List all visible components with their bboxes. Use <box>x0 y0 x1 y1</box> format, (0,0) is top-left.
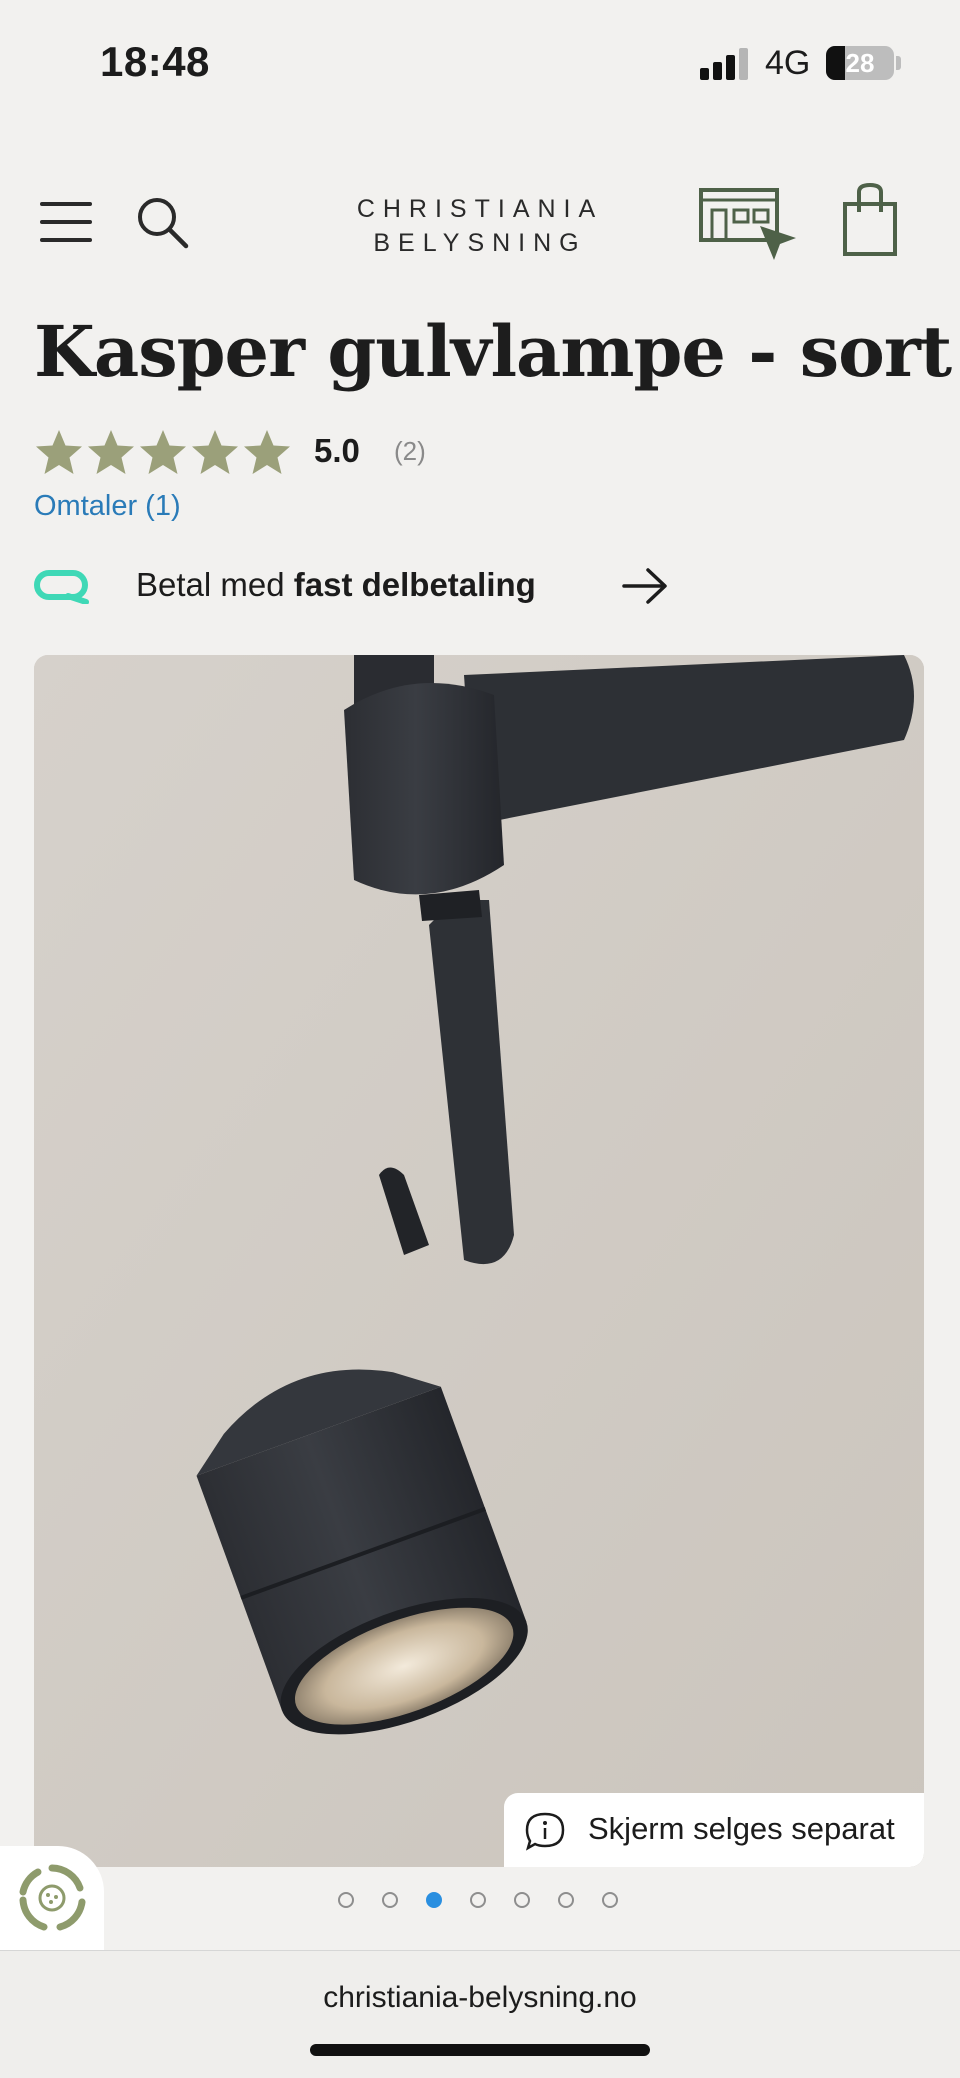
payment-prefix: Betal med <box>136 566 285 603</box>
product-image-gallery[interactable]: Skjerm selges separat <box>34 655 924 1867</box>
payment-provider-logo-icon <box>34 570 89 604</box>
recycle-icon <box>19 1864 86 1931</box>
gallery-dot[interactable] <box>514 1892 530 1908</box>
info-chip[interactable]: Skjerm selges separat <box>504 1793 924 1867</box>
battery-icon: 28 <box>826 46 894 80</box>
gallery-dot[interactable] <box>382 1892 398 1908</box>
gallery-dot[interactable] <box>338 1892 354 1908</box>
gallery-pagination <box>338 1892 618 1912</box>
rating-stars[interactable] <box>34 428 292 480</box>
star-icon <box>88 430 134 474</box>
info-chip-text: Skjerm selges separat <box>588 1811 895 1846</box>
star-icon <box>192 430 238 474</box>
gallery-dot[interactable] <box>558 1892 574 1908</box>
store-locator-button[interactable] <box>698 186 802 266</box>
reviews-link[interactable]: Omtaler (1) <box>34 490 181 523</box>
store-icon <box>699 188 796 260</box>
star-icon <box>36 430 82 474</box>
battery-tip <box>896 56 901 70</box>
payment-highlight: fast delbetaling <box>293 566 536 603</box>
rating-value: 5.0 <box>314 432 360 469</box>
gallery-dot-active[interactable] <box>426 1892 442 1908</box>
arrow-right-icon <box>622 568 667 604</box>
gallery-dot[interactable] <box>470 1892 486 1908</box>
star-icon <box>140 430 186 474</box>
logo-line-1: CHRISTIANIA <box>356 195 604 223</box>
network-label: 4G <box>765 44 811 82</box>
shopping-bag-icon <box>843 182 897 256</box>
star-icon <box>244 430 290 474</box>
menu-button[interactable] <box>40 200 94 244</box>
installment-payment-link[interactable]: Betal med fast delbetaling <box>34 560 694 612</box>
cart-button[interactable] <box>842 182 900 258</box>
status-bar: 18:48 4G 28 <box>0 0 960 120</box>
product-photo-lamp <box>34 655 924 1867</box>
search-button[interactable] <box>134 194 190 250</box>
search-icon <box>138 198 189 249</box>
rating-count: (2) <box>394 436 426 466</box>
home-indicator[interactable] <box>310 2044 650 2056</box>
signal-icon <box>700 48 752 80</box>
site-header: CHRISTIANIA BELYSNING <box>0 170 960 270</box>
browser-address-bar: christiania-belysning.no <box>0 1950 960 2078</box>
site-logo[interactable]: CHRISTIANIA BELYSNING <box>330 192 630 260</box>
status-time: 18:48 <box>100 38 210 85</box>
eco-badge[interactable] <box>0 1846 104 1950</box>
battery-level: 28 <box>845 48 875 78</box>
product-title: Kasper gulvlampe - sort <box>34 310 952 393</box>
gallery-dot[interactable] <box>602 1892 618 1908</box>
url-field[interactable]: christiania-belysning.no <box>0 1981 960 2015</box>
info-icon <box>525 1812 565 1851</box>
logo-line-2: BELYSNING <box>373 229 587 257</box>
payment-text: Betal med fast delbetaling <box>136 566 536 604</box>
